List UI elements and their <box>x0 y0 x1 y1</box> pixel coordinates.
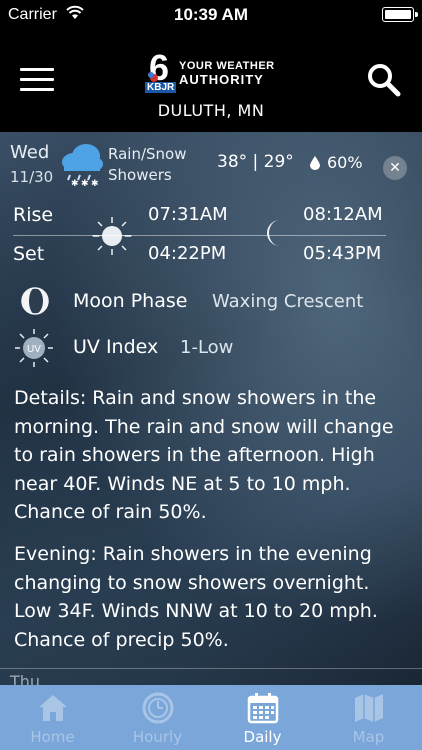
tab-home[interactable]: Home <box>0 685 105 750</box>
tab-map[interactable]: Map <box>316 685 421 750</box>
day-summary-row: Wed 11/30 ✱ ✱ ✱ Rain/Snow Showers 38° | … <box>0 138 422 190</box>
tab-hourly[interactable]: Hourly <box>105 685 210 750</box>
moon-phase-label: Moon Phase <box>73 290 188 312</box>
set-label: Set <box>13 243 45 265</box>
logo-line1: YOUR WEATHER <box>179 60 275 72</box>
tab-map-label: Map <box>352 728 385 746</box>
svg-text:✱: ✱ <box>91 179 99 186</box>
clock: 10:39 AM <box>173 5 248 24</box>
close-button[interactable]: ✕ <box>383 156 407 180</box>
next-day-peek[interactable]: Thu <box>10 672 40 685</box>
tab-hourly-label: Hourly <box>132 728 183 746</box>
sun-moon-times: Rise Set 07:31AM 04:22PM 08:12AM 05:43PM <box>0 196 422 272</box>
moon-phase-value: Waxing Crescent <box>212 291 364 312</box>
moon-icon <box>267 220 280 246</box>
sunset-time: 04:22PM <box>148 243 227 264</box>
sun-icon <box>92 217 132 255</box>
svg-text:✱: ✱ <box>81 179 89 186</box>
evening-details-text: Evening: Rain showers in the evening cha… <box>14 543 378 651</box>
map-icon <box>355 694 383 722</box>
horizon-line <box>13 235 386 236</box>
moon-phase-row: Moon Phase Waxing Crescent <box>0 282 422 322</box>
day-details-text: Details: Rain and snow showers in the mo… <box>14 387 394 523</box>
moon-phase-icon <box>21 287 49 315</box>
precip-chance: 60% <box>327 153 363 172</box>
logo-badge: KBJR <box>145 82 177 93</box>
sunrise-time: 07:31AM <box>148 204 228 225</box>
logo-line2: AUTHORITY <box>179 72 264 87</box>
calendar-icon <box>247 693 279 724</box>
rain-snow-icon: ✱ ✱ ✱ <box>62 144 103 186</box>
day-name: Wed <box>10 142 50 163</box>
uv-index-value: 1-Low <box>180 337 234 358</box>
app-header: 6 KBJR YOUR WEATHER AUTHORITY DULUTH, MN <box>0 30 422 132</box>
menu-bar <box>20 78 54 81</box>
condition-text: Rain/Snow Showers <box>108 144 187 186</box>
section-divider <box>0 668 422 669</box>
moonrise-time: 08:12AM <box>303 204 383 225</box>
moonset-time: 05:43PM <box>303 243 382 264</box>
uv-icon: UV <box>15 329 53 367</box>
high-low-temps: 38° | 29° <box>217 152 294 172</box>
svg-text:✱: ✱ <box>71 179 79 186</box>
search-icon[interactable] <box>366 62 402 98</box>
uv-index-row: UV UV Index 1-Low <box>0 328 422 368</box>
day-date: 11/30 <box>10 168 54 186</box>
tab-home-label: Home <box>30 728 75 746</box>
station-logo: 6 KBJR YOUR WEATHER AUTHORITY <box>145 48 280 96</box>
menu-bar <box>20 88 54 91</box>
tab-daily[interactable]: Daily <box>210 685 315 750</box>
tab-bar: Home Hourly Daily Map <box>0 685 422 750</box>
condition-line2: Showers <box>108 166 172 184</box>
status-bar: Carrier 10:39 AM <box>0 0 422 30</box>
home-icon <box>39 695 67 721</box>
clock-icon <box>142 692 174 724</box>
condition-line1: Rain/Snow <box>108 145 187 163</box>
uv-icon-label: UV <box>27 344 41 355</box>
hamburger-menu-button[interactable] <box>20 68 54 94</box>
raindrop-icon <box>310 156 320 170</box>
uv-index-label: UV Index <box>73 336 159 358</box>
location-label: DULUTH, MN <box>157 101 265 120</box>
menu-bar <box>20 68 54 71</box>
tab-daily-label: Daily <box>243 728 282 746</box>
battery-icon <box>382 7 418 22</box>
daily-detail-panel: Wed 11/30 ✱ ✱ ✱ Rain/Snow Showers 38° | … <box>0 132 422 685</box>
rise-label: Rise <box>13 204 54 226</box>
